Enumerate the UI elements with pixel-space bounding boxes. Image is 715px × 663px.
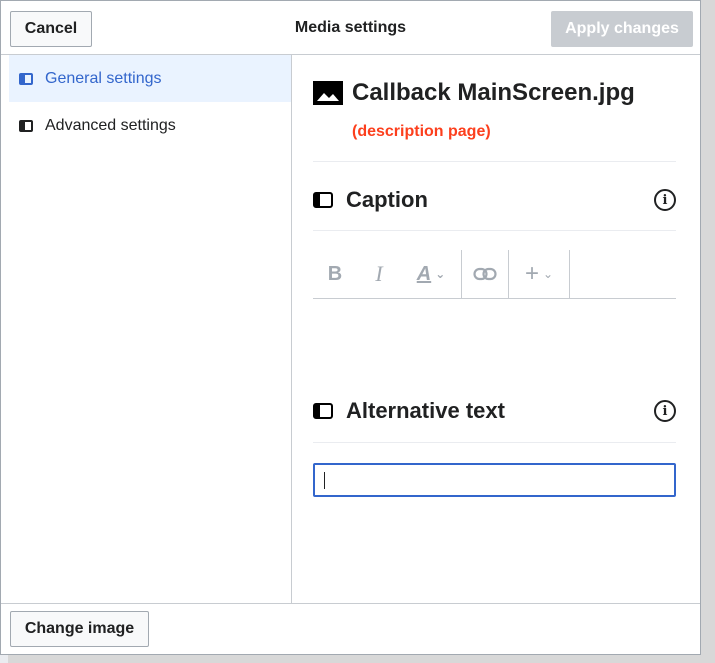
link-button[interactable]	[462, 250, 509, 298]
sidebar-item-label: Advanced settings	[45, 116, 176, 134]
caption-toolbar: B I A ⌄ + ⌄	[313, 250, 676, 299]
divider	[313, 161, 676, 162]
link-icon	[473, 267, 497, 281]
chevron-down-icon: ⌄	[542, 267, 554, 281]
insert-button[interactable]: + ⌄	[509, 250, 570, 298]
file-heading: Callback MainScreen.jpg	[313, 79, 635, 107]
dialog-header: Cancel Media settings Apply changes	[1, 1, 700, 55]
text-style-button[interactable]: A ⌄	[401, 250, 462, 298]
divider	[313, 442, 676, 443]
chevron-down-icon: ⌄	[435, 267, 446, 281]
dialog-footer: Change image	[1, 603, 700, 654]
media-settings-dialog: Cancel Media settings Apply changes Gene…	[0, 0, 701, 655]
caption-section-heading: Caption i	[313, 185, 676, 215]
info-icon[interactable]: i	[654, 189, 676, 211]
settings-panel: Callback MainScreen.jpg (description pag…	[292, 55, 700, 604]
section-icon	[313, 192, 333, 208]
plus-icon: +	[524, 260, 539, 287]
alt-text-title: Alternative text	[346, 398, 505, 423]
italic-button[interactable]: I	[357, 250, 401, 298]
caption-title: Caption	[346, 187, 428, 212]
text-style-icon: A	[416, 262, 432, 285]
section-icon	[313, 403, 333, 419]
text-cursor	[324, 472, 325, 489]
sidebar-item-advanced-settings[interactable]: Advanced settings	[9, 102, 291, 149]
description-page-link[interactable]: (description page)	[352, 123, 491, 141]
divider	[313, 230, 676, 231]
settings-sidebar: General settings Advanced settings	[9, 55, 292, 604]
file-name: Callback MainScreen.jpg	[352, 79, 635, 106]
sidebar-item-general-settings[interactable]: General settings	[9, 55, 291, 102]
change-image-button[interactable]: Change image	[10, 611, 149, 647]
panel-icon	[19, 119, 33, 132]
apply-changes-button[interactable]: Apply changes	[551, 11, 693, 47]
info-icon[interactable]: i	[654, 400, 676, 422]
image-icon	[313, 81, 343, 105]
panel-icon	[19, 72, 33, 85]
alt-text-section-heading: Alternative text i	[313, 396, 676, 426]
sidebar-item-label: General settings	[45, 69, 162, 87]
bold-button[interactable]: B	[313, 250, 357, 298]
alt-text-input[interactable]	[313, 463, 676, 497]
